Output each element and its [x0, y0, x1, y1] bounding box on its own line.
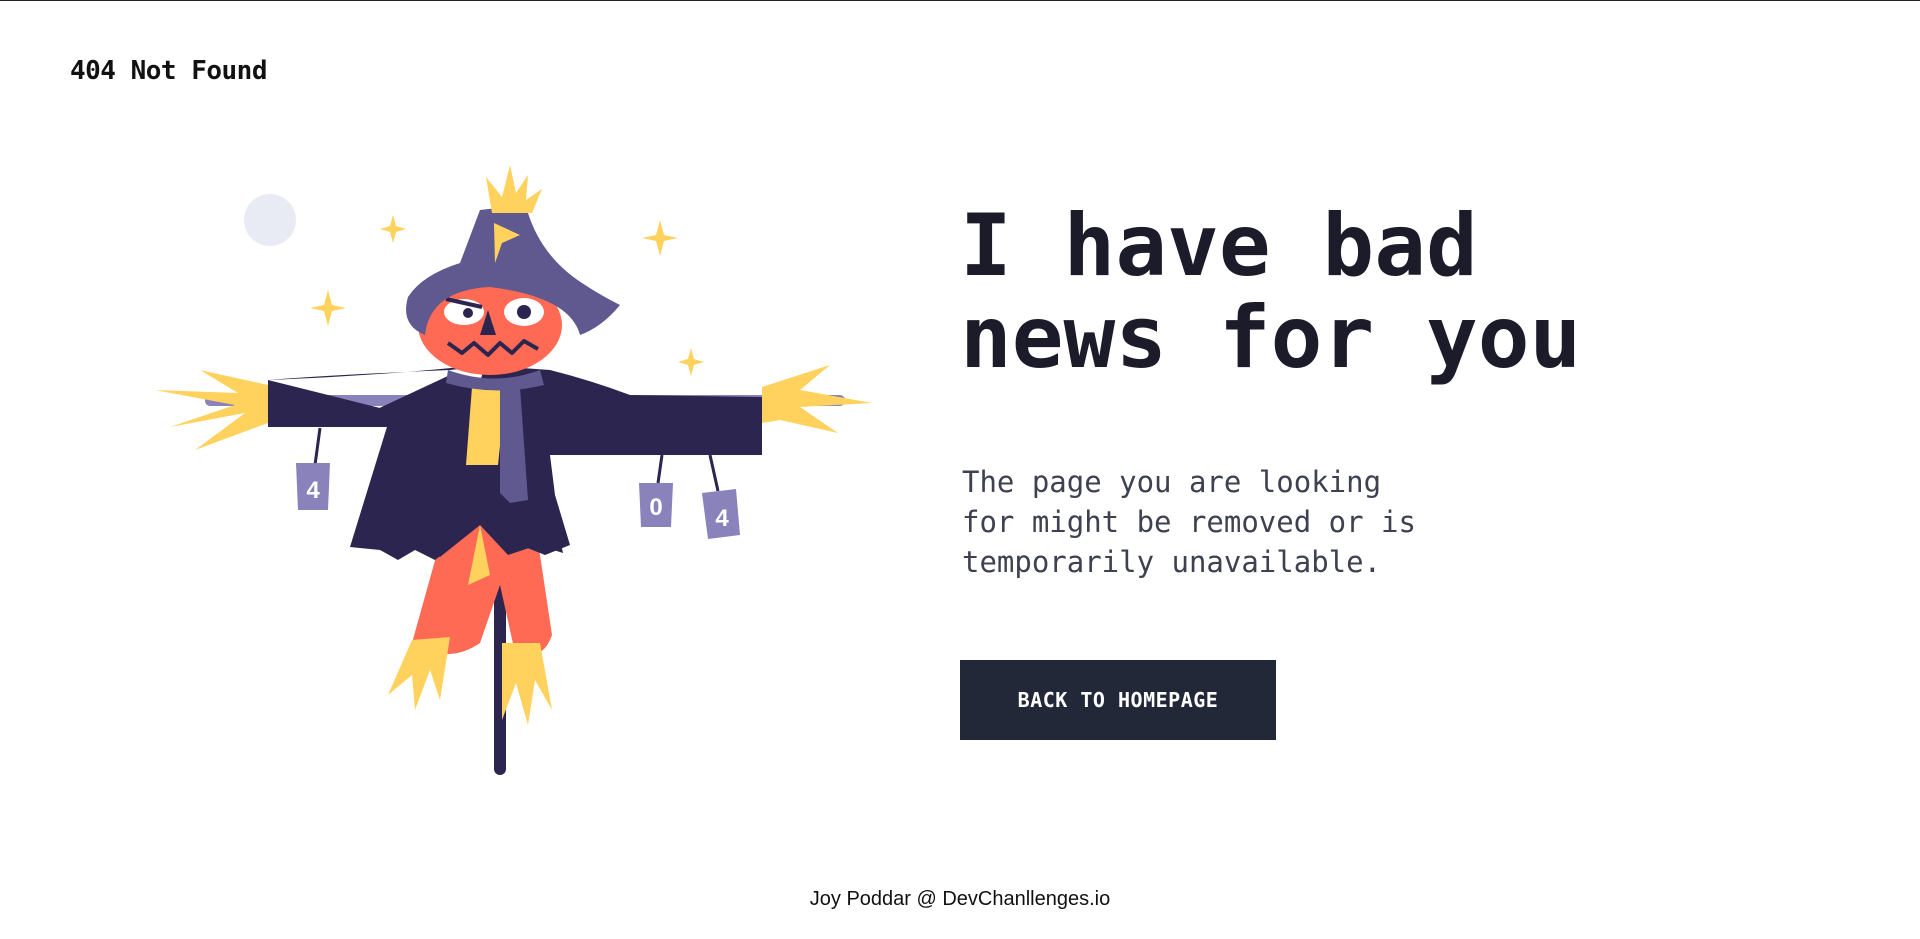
moon-icon: [244, 194, 296, 246]
headline: I have bad news for you: [960, 200, 1720, 384]
message-line-1: The page you are looking: [962, 465, 1382, 499]
site-title: 404 Not Found: [70, 56, 268, 86]
headline-line-1: I have bad: [960, 196, 1478, 296]
can-0-middle: 0: [639, 483, 673, 527]
back-to-homepage-button[interactable]: BACK TO HOMEPAGE: [960, 660, 1276, 740]
svg-text:4: 4: [306, 477, 320, 504]
hat-straw: [486, 165, 542, 213]
can-4-right: 4: [702, 489, 740, 539]
error-message: The page you are looking for might be re…: [962, 462, 1522, 582]
svg-text:0: 0: [649, 494, 662, 521]
headline-line-2: news for you: [960, 288, 1582, 388]
top-border: [0, 0, 1920, 1]
can-4-left: 4: [296, 463, 330, 510]
svg-text:4: 4: [715, 505, 729, 532]
footer-credit: Joy Poddar @ DevChanllenges.io: [809, 888, 1111, 910]
scarecrow-illustration: 4 0 4: [155, 165, 872, 775]
straw-feet: [388, 637, 552, 725]
message-line-2: for might be removed or is: [962, 505, 1416, 539]
message-line-3: temporarily unavailable.: [962, 545, 1382, 579]
